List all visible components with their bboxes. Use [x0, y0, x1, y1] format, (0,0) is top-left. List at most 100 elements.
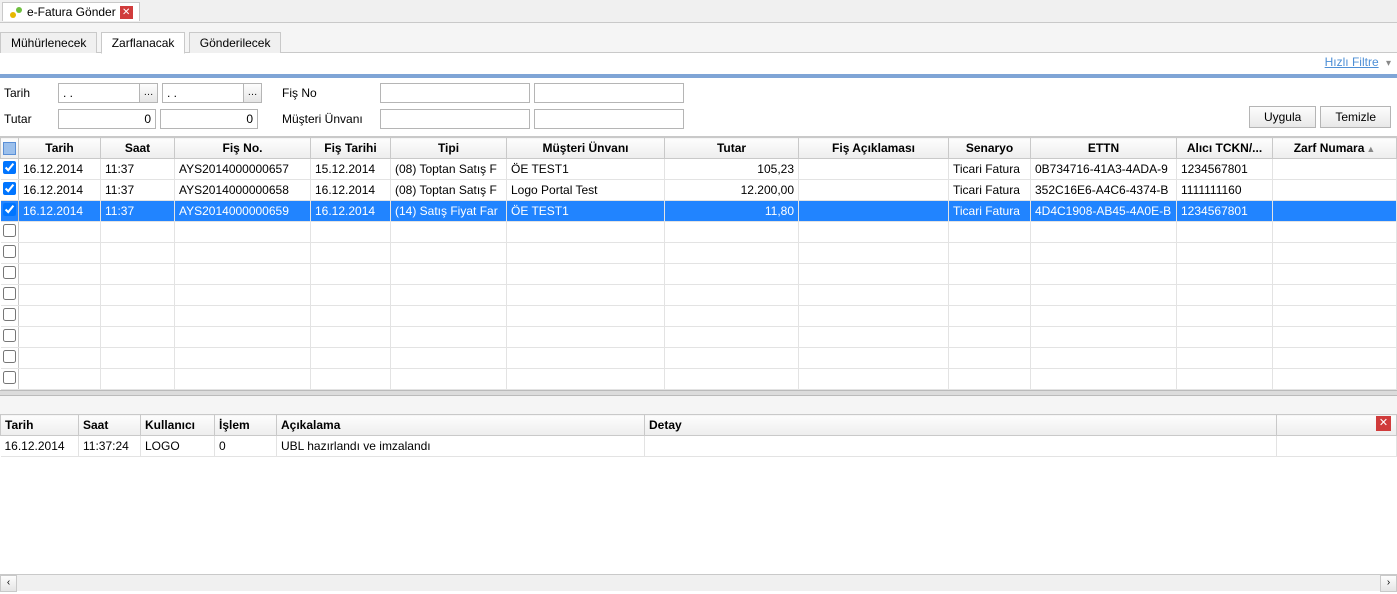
- row-checkbox[interactable]: [3, 371, 16, 384]
- row-checkbox[interactable]: [3, 161, 16, 174]
- cell-empty: [665, 222, 799, 243]
- row-checkbox-cell[interactable]: [1, 285, 19, 306]
- col-fistarihi[interactable]: Fiş Tarihi: [311, 138, 391, 159]
- tutar-from-input[interactable]: [58, 109, 156, 129]
- dcol-tarih[interactable]: Tarih: [1, 415, 79, 436]
- chevron-down-icon[interactable]: ▾: [1386, 58, 1391, 69]
- cell-empty: [101, 348, 175, 369]
- cell-senaryo: Ticari Fatura: [949, 159, 1031, 180]
- row-checkbox[interactable]: [3, 308, 16, 321]
- tarih-to-picker[interactable]: …: [243, 84, 261, 102]
- tab-zarflanacak[interactable]: Zarflanacak: [101, 32, 186, 54]
- cell-empty: [311, 243, 391, 264]
- row-checkbox[interactable]: [3, 287, 16, 300]
- splitter[interactable]: [0, 390, 1397, 396]
- document-tab-bar: e-Fatura Gönder ✕: [0, 0, 1397, 23]
- tab-muhurlenecek[interactable]: Mühürlenecek: [0, 32, 97, 53]
- row-checkbox-cell[interactable]: [1, 180, 19, 201]
- scroll-left-icon[interactable]: ‹: [0, 575, 17, 592]
- header-select-all[interactable]: [1, 138, 19, 159]
- cell-empty: [101, 369, 175, 390]
- row-checkbox-cell[interactable]: [1, 348, 19, 369]
- col-musteri[interactable]: Müşteri Ünvanı: [507, 138, 665, 159]
- row-checkbox-cell[interactable]: [1, 306, 19, 327]
- tarih-from-combo[interactable]: …: [58, 83, 158, 103]
- col-tutar[interactable]: Tutar: [665, 138, 799, 159]
- cell-empty: [1031, 327, 1177, 348]
- tarih-from-picker[interactable]: …: [139, 84, 157, 102]
- apply-button[interactable]: Uygula: [1249, 106, 1316, 128]
- table-row[interactable]: 16.12.201411:37AYS201400000065816.12.201…: [1, 180, 1397, 201]
- cell-empty: [1273, 243, 1397, 264]
- cell-empty: [175, 243, 311, 264]
- quick-filter-link[interactable]: Hızlı Filtre: [1325, 55, 1379, 69]
- tarih-from-input[interactable]: [59, 84, 139, 102]
- col-fisaciklama[interactable]: Fiş Açıklaması: [799, 138, 949, 159]
- col-tckn[interactable]: Alıcı TCKN/...: [1177, 138, 1273, 159]
- dcol-detay[interactable]: Detay: [645, 415, 1277, 436]
- table-row[interactable]: [1, 264, 1397, 285]
- horizontal-scrollbar[interactable]: ‹ ›: [0, 574, 1397, 591]
- cell-ettn: 0B734716-41A3-4ADA-9: [1031, 159, 1177, 180]
- row-checkbox[interactable]: [3, 329, 16, 342]
- close-icon[interactable]: ✕: [120, 6, 133, 19]
- cell-empty: [175, 222, 311, 243]
- fisno-to-input[interactable]: [534, 83, 684, 103]
- row-checkbox-cell[interactable]: [1, 222, 19, 243]
- dcol-kullanici[interactable]: Kullanıcı: [141, 415, 215, 436]
- cell-empty: [799, 264, 949, 285]
- cell-empty: [949, 306, 1031, 327]
- table-row[interactable]: [1, 369, 1397, 390]
- tab-gonderilecek[interactable]: Gönderilecek: [189, 32, 282, 53]
- tarih-to-input[interactable]: [163, 84, 243, 102]
- dcol-aciklama[interactable]: Açıkalama: [277, 415, 645, 436]
- row-checkbox[interactable]: [3, 245, 16, 258]
- col-fisno[interactable]: Fiş No.: [175, 138, 311, 159]
- cell-empty: [665, 243, 799, 264]
- document-tab[interactable]: e-Fatura Gönder ✕: [2, 2, 140, 21]
- col-saat[interactable]: Saat: [101, 138, 175, 159]
- cell-empty: [175, 285, 311, 306]
- table-row[interactable]: 16.12.201411:37AYS201400000065916.12.201…: [1, 201, 1397, 222]
- col-senaryo[interactable]: Senaryo: [949, 138, 1031, 159]
- dcol-islem[interactable]: İşlem: [215, 415, 277, 436]
- table-row[interactable]: [1, 327, 1397, 348]
- col-ettn[interactable]: ETTN: [1031, 138, 1177, 159]
- row-checkbox[interactable]: [3, 182, 16, 195]
- fisno-from-input[interactable]: [380, 83, 530, 103]
- row-checkbox-cell[interactable]: [1, 201, 19, 222]
- row-checkbox[interactable]: [3, 266, 16, 279]
- close-icon[interactable]: ✕: [1376, 416, 1391, 431]
- col-tarih[interactable]: Tarih: [19, 138, 101, 159]
- col-tipi[interactable]: Tipi: [391, 138, 507, 159]
- row-checkbox-cell[interactable]: [1, 369, 19, 390]
- row-checkbox-cell[interactable]: [1, 264, 19, 285]
- scroll-right-icon[interactable]: ›: [1380, 575, 1397, 592]
- clear-button[interactable]: Temizle: [1320, 106, 1391, 128]
- row-checkbox[interactable]: [3, 224, 16, 237]
- scroll-track[interactable]: [17, 575, 1380, 591]
- musteri-to-input[interactable]: [534, 109, 684, 129]
- cell-empty: [507, 264, 665, 285]
- cell-empty: [19, 243, 101, 264]
- musteri-from-input[interactable]: [380, 109, 530, 129]
- cell-empty: [507, 327, 665, 348]
- table-row[interactable]: [1, 306, 1397, 327]
- tarih-to-combo[interactable]: …: [162, 83, 262, 103]
- row-checkbox-cell[interactable]: [1, 243, 19, 264]
- row-checkbox[interactable]: [3, 350, 16, 363]
- table-row[interactable]: 16.12.201411:37AYS201400000065715.12.201…: [1, 159, 1397, 180]
- cell-fisno: AYS2014000000657: [175, 159, 311, 180]
- row-checkbox-cell[interactable]: [1, 159, 19, 180]
- table-row[interactable]: [1, 285, 1397, 306]
- col-zarf[interactable]: Zarf Numara▲: [1273, 138, 1397, 159]
- cell-empty: [311, 264, 391, 285]
- row-checkbox[interactable]: [3, 203, 16, 216]
- table-row[interactable]: [1, 348, 1397, 369]
- table-row[interactable]: [1, 243, 1397, 264]
- dcol-saat[interactable]: Saat: [79, 415, 141, 436]
- table-row[interactable]: [1, 222, 1397, 243]
- row-checkbox-cell[interactable]: [1, 327, 19, 348]
- detail-row[interactable]: 16.12.201411:37:24LOGO0UBL hazırlandı ve…: [1, 436, 1397, 457]
- tutar-to-input[interactable]: [160, 109, 258, 129]
